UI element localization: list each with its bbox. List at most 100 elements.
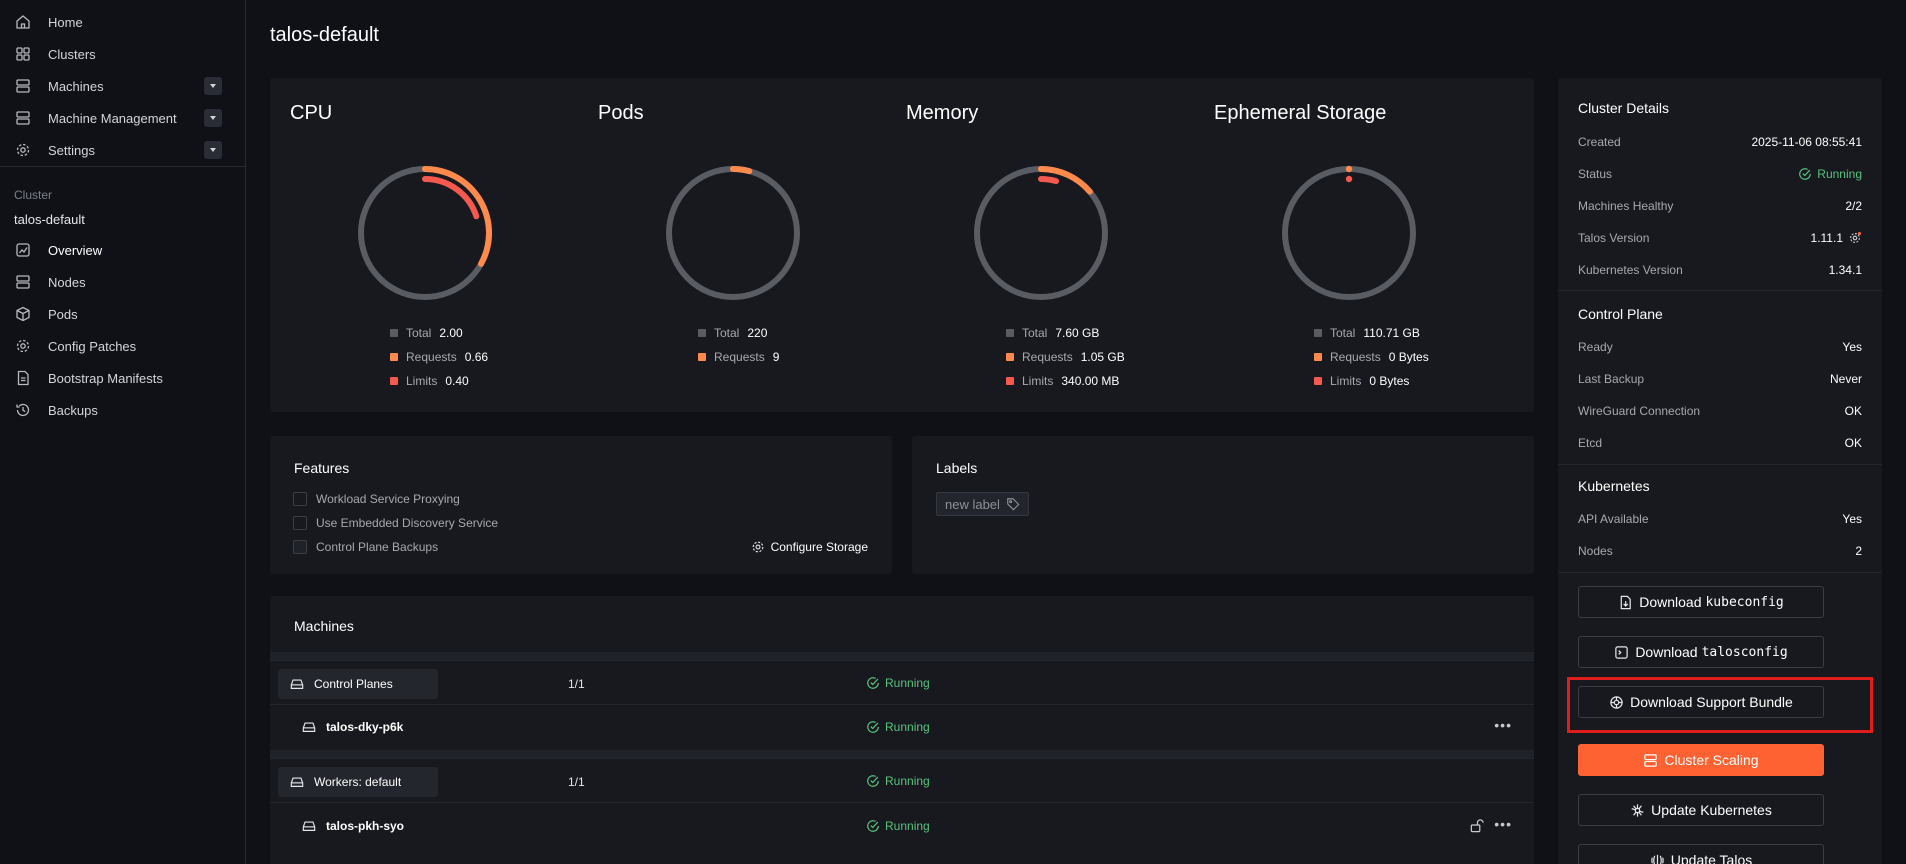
cluster-section-label: Cluster: [14, 188, 53, 202]
detail-talos-version-value: 1.11.1: [1811, 231, 1862, 245]
gear-icon: [14, 337, 32, 355]
download-talosconfig-button[interactable]: Download talosconfig: [1578, 636, 1824, 668]
nav-machine-management[interactable]: Machine Management: [0, 102, 246, 134]
more-icon[interactable]: •••: [1494, 816, 1512, 832]
nav-settings[interactable]: Settings: [0, 134, 246, 166]
unlock-icon[interactable]: [1469, 818, 1484, 833]
legend-label: Limits: [406, 374, 438, 388]
chevron-down-icon[interactable]: [204, 141, 222, 159]
drive-icon: [302, 821, 316, 831]
group-row-workers[interactable]: Workers: default 1/1 Running: [270, 758, 1534, 802]
update-kubernetes-button[interactable]: Update Kubernetes: [1578, 794, 1824, 826]
legend-total: Total 7.60 GB: [1006, 321, 1125, 345]
sidebar-divider: [0, 166, 246, 167]
detail-last-backup: Last Backup Never: [1578, 372, 1862, 386]
divider: [1558, 464, 1882, 465]
more-icon[interactable]: •••: [1494, 717, 1512, 733]
total-arc: [1282, 166, 1416, 300]
legend-total: Total 110.71 GB: [1314, 321, 1429, 345]
storage-gauge: [1282, 165, 1416, 300]
status-text: Running: [885, 676, 930, 690]
feature-embedded-discovery[interactable]: Use Embedded Discovery Service: [293, 516, 498, 530]
detail-wireguard: WireGuard Connection OK: [1578, 404, 1862, 418]
legend-value: 1.05 GB: [1080, 350, 1125, 364]
detail-ready: Ready Yes: [1578, 340, 1862, 354]
feature-workload-service-proxying[interactable]: Workload Service Proxying: [293, 492, 460, 506]
nav-home[interactable]: Home: [0, 6, 246, 38]
requests-swatch: [1314, 353, 1322, 361]
detail-key: Ready: [1578, 340, 1613, 354]
requests-swatch: [1006, 353, 1014, 361]
detail-status-value: Running: [1798, 167, 1862, 181]
detail-key: Status: [1578, 167, 1613, 181]
server-icon: [14, 109, 32, 127]
machine-row[interactable]: talos-dky-p6k Running •••: [270, 704, 1534, 750]
features-title: Features: [294, 460, 350, 476]
status-text: Running: [1817, 167, 1862, 181]
limits-arc: [1038, 176, 1060, 185]
limits-swatch: [1006, 377, 1014, 385]
chevron-down-icon[interactable]: [204, 109, 222, 127]
table-spacer: [270, 652, 1534, 660]
machine-row[interactable]: talos-pkh-syo Running •••: [270, 802, 1534, 850]
metric-title: Memory: [906, 102, 979, 124]
terminal-icon: [1615, 645, 1629, 659]
checkbox[interactable]: [293, 540, 307, 554]
group-row-control-planes[interactable]: Control Planes 1/1 Running: [270, 660, 1534, 704]
button-label: Update Kubernetes: [1651, 802, 1772, 818]
nav-backups[interactable]: Backups: [0, 394, 246, 426]
cluster-name: talos-default: [14, 212, 85, 227]
drive-icon: [290, 777, 304, 787]
check-circle-icon: [1799, 168, 1812, 180]
group-name: Control Planes: [314, 677, 393, 691]
machine-name-text: talos-dky-p6k: [326, 720, 404, 734]
detail-kubernetes-version: Kubernetes Version 1.34.1: [1578, 263, 1862, 277]
group-chip[interactable]: Control Planes: [278, 669, 438, 699]
checkbox[interactable]: [293, 516, 307, 530]
nav-nodes-label: Nodes: [48, 274, 86, 290]
machine-name[interactable]: talos-pkh-syo: [302, 819, 404, 833]
detail-key: Nodes: [1578, 544, 1613, 558]
nav-pods[interactable]: Pods: [0, 298, 246, 330]
legend-value: 0 Bytes: [1388, 350, 1429, 364]
feature-control-plane-backups[interactable]: Control Plane Backups: [293, 540, 438, 554]
nav-overview[interactable]: Overview: [0, 234, 246, 266]
legend-label: Requests: [1022, 350, 1073, 364]
gear-update-icon[interactable]: [1848, 231, 1862, 245]
detail-key: Talos Version: [1578, 231, 1650, 245]
total-swatch: [390, 329, 398, 337]
labels-card: Labels new label: [912, 436, 1534, 574]
status-text: Running: [885, 774, 930, 788]
requests-swatch: [698, 353, 706, 361]
legend-label: Limits: [1330, 374, 1362, 388]
detail-value: 1.34.1: [1828, 263, 1862, 277]
download-kubeconfig-button[interactable]: Download kubeconfig: [1578, 586, 1824, 618]
cluster-scaling-button[interactable]: Cluster Scaling: [1578, 744, 1824, 776]
legend-value: 0.66: [464, 350, 489, 364]
nav-machine-management-label: Machine Management: [48, 110, 177, 126]
group-chip[interactable]: Workers: default: [278, 767, 438, 797]
chevron-down-icon[interactable]: [204, 77, 222, 95]
legend-limits: Limits 0 Bytes: [1314, 369, 1429, 393]
nav-machines[interactable]: Machines: [0, 70, 246, 102]
nav-clusters[interactable]: Clusters: [0, 38, 246, 70]
nav-bootstrap-manifests[interactable]: Bootstrap Manifests: [0, 362, 246, 394]
detail-key: Kubernetes Version: [1578, 263, 1683, 277]
metric-memory: Memory Total 7.60 GB Requests 1.05 GB Limi…: [886, 78, 1194, 408]
machine-name[interactable]: talos-dky-p6k: [302, 720, 403, 734]
grid-icon: [14, 45, 32, 63]
new-label-button[interactable]: new label: [936, 492, 1029, 516]
check-circle-icon: [867, 677, 879, 689]
metric-title: Ephemeral Storage: [1214, 102, 1387, 124]
nav-nodes[interactable]: Nodes: [0, 266, 246, 298]
divider: [1558, 290, 1882, 291]
configure-storage-label: Configure Storage: [770, 540, 868, 554]
nav-machines-label: Machines: [48, 78, 104, 94]
limits-swatch: [1314, 377, 1322, 385]
checkbox[interactable]: [293, 492, 307, 506]
detail-nodes: Nodes 2: [1578, 544, 1862, 558]
configure-storage-button[interactable]: Configure Storage: [751, 540, 868, 554]
nav-config-patches[interactable]: Config Patches: [0, 330, 246, 362]
detail-value: Never: [1829, 372, 1862, 386]
update-talos-button[interactable]: Update Talos: [1578, 844, 1824, 864]
